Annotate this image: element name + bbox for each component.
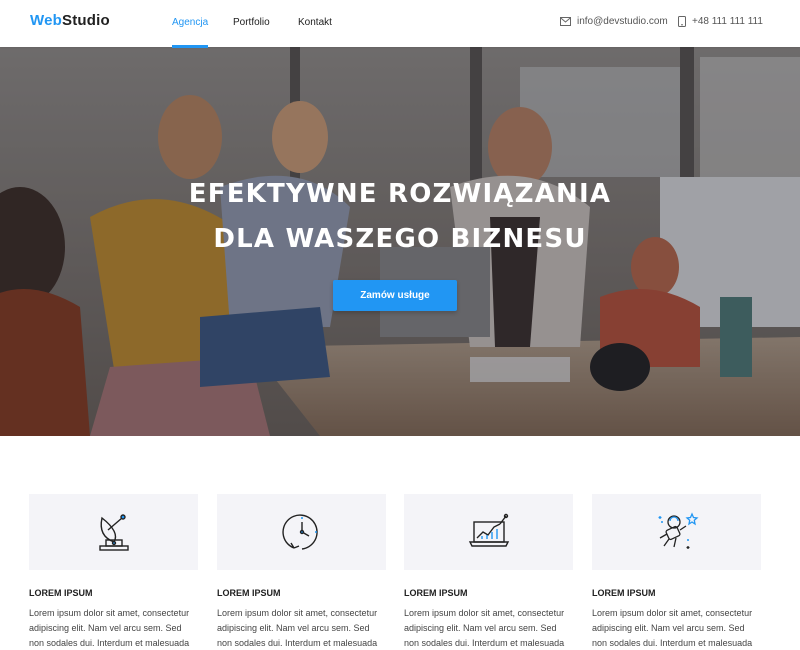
logo-studio: Studio xyxy=(62,12,110,29)
feature-icon-box xyxy=(592,494,761,570)
feature-line: Lorem ipsum dolor sit amet, consectetur xyxy=(592,608,753,618)
feature-icon-box xyxy=(404,494,573,570)
email-text: info@devstudio.com xyxy=(577,16,668,27)
feature-title: LOREM IPSUM xyxy=(217,588,281,598)
feature-line: non sodales dui. Interdum et malesuada xyxy=(592,638,753,648)
feature-text: Lorem ipsum dolor sit amet, consectetur … xyxy=(404,606,573,650)
feature-line: adipiscing elit. Nam vel arcu sem. Sed xyxy=(29,623,182,633)
feature-card: LOREM IPSUM Lorem ipsum dolor sit amet, … xyxy=(217,494,386,650)
astronaut-icon xyxy=(658,512,699,549)
laptop-chart-icon xyxy=(468,513,509,547)
order-service-button[interactable]: Zamów usługe xyxy=(333,280,457,311)
feature-line: Lorem ipsum dolor sit amet, consectetur xyxy=(217,608,378,618)
logo[interactable]: WebStudio xyxy=(30,12,110,29)
feature-line: adipiscing elit. Nam vel arcu sem. Sed xyxy=(404,623,557,633)
hero-title-line2: DLA WASZEGO BIZNESU xyxy=(213,224,587,254)
nav-portfolio[interactable]: Portfolio xyxy=(233,17,270,47)
clock-icon xyxy=(281,514,318,550)
feature-icon-box xyxy=(29,494,198,570)
nav-kontakt[interactable]: Kontakt xyxy=(298,17,332,47)
feature-icon-box xyxy=(217,494,386,570)
satellite-dish-icon xyxy=(98,514,129,551)
feature-title: LOREM IPSUM xyxy=(592,588,656,598)
feature-text: Lorem ipsum dolor sit amet, consectetur … xyxy=(592,606,761,650)
nav-agencja[interactable]: Agencja xyxy=(172,17,209,48)
phone-text: +48 111 111 111 xyxy=(692,16,763,27)
feature-text: Lorem ipsum dolor sit amet, consectetur … xyxy=(217,606,386,650)
phone-icon xyxy=(678,16,686,27)
feature-card: LOREM IPSUM Lorem ipsum dolor sit amet, … xyxy=(29,494,198,650)
contact-email[interactable]: info@devstudio.com xyxy=(560,16,668,27)
feature-line: non sodales dui. Interdum et malesuada xyxy=(217,638,378,648)
mail-icon xyxy=(560,17,571,26)
feature-card: LOREM IPSUM Lorem ipsum dolor sit amet, … xyxy=(592,494,761,650)
feature-line: non sodales dui. Interdum et malesuada xyxy=(29,638,190,648)
hero-section: EFEKTYWNE ROZWIĄZANIA DLA WASZEGO BIZNES… xyxy=(0,47,800,436)
feature-card: LOREM IPSUM Lorem ipsum dolor sit amet, … xyxy=(404,494,573,650)
feature-title: LOREM IPSUM xyxy=(404,588,468,598)
feature-line: adipiscing elit. Nam vel arcu sem. Sed xyxy=(217,623,370,633)
feature-line: Lorem ipsum dolor sit amet, consectetur xyxy=(404,608,565,618)
contact-phone[interactable]: +48 111 111 111 xyxy=(678,16,763,27)
site-header: WebStudio Agencja Portfolio Kontakt info… xyxy=(0,0,800,48)
hero-title-line1: EFEKTYWNE ROZWIĄZANIA xyxy=(188,179,612,209)
feature-line: adipiscing elit. Nam vel arcu sem. Sed xyxy=(592,623,745,633)
feature-line: non sodales dui. Interdum et malesuada xyxy=(404,638,565,648)
feature-title: LOREM IPSUM xyxy=(29,588,93,598)
logo-web: Web xyxy=(30,12,62,29)
feature-text: Lorem ipsum dolor sit amet, consectetur … xyxy=(29,606,198,650)
feature-line: Lorem ipsum dolor sit amet, consectetur xyxy=(29,608,190,618)
